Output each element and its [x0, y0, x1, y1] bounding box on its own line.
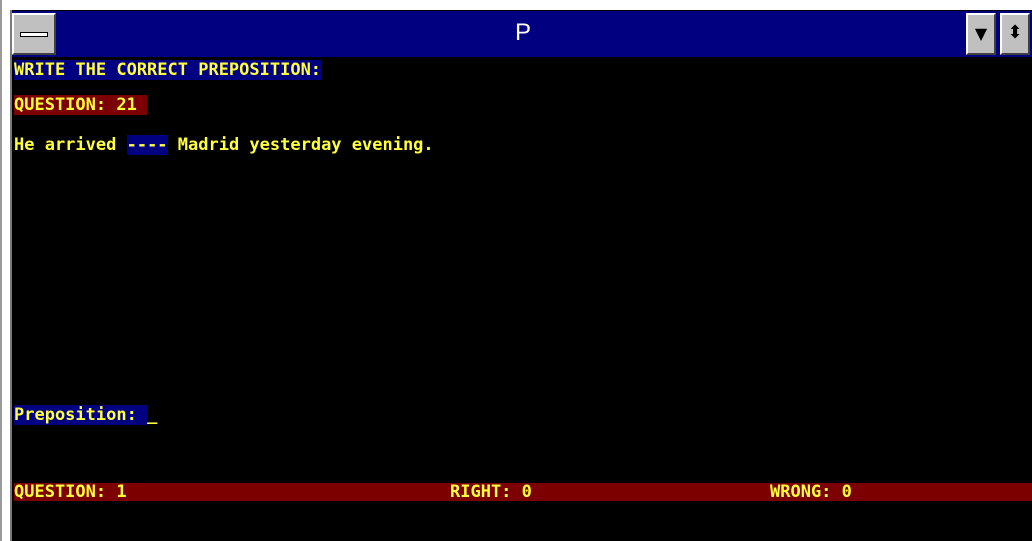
- console-screen[interactable]: WRITE THE CORRECT PREPOSITION: QUESTION:…: [12, 57, 1032, 541]
- instruction-line: WRITE THE CORRECT PREPOSITION:: [14, 60, 322, 80]
- preposition-input[interactable]: _: [147, 405, 157, 425]
- question-sentence: He arrived ---- Madrid yesterday evening…: [14, 135, 434, 155]
- restore-button[interactable]: ⬍: [1000, 13, 1030, 55]
- status-wrong: WRONG: 0: [770, 482, 852, 502]
- sentence-before: He arrived: [14, 135, 127, 155]
- question-header: QUESTION: 21: [14, 95, 148, 115]
- minimize-button[interactable]: ▼: [966, 13, 996, 55]
- title-bar[interactable]: P ▼ ⬍: [12, 10, 1032, 57]
- status-right: RIGHT: 0: [450, 482, 532, 502]
- sentence-after: Madrid yesterday evening.: [167, 135, 434, 155]
- status-question: QUESTION: 1: [14, 482, 127, 502]
- minimize-icon: ▼: [974, 24, 988, 43]
- preposition-prompt[interactable]: Preposition: _: [14, 405, 157, 425]
- restore-icon: ⬍: [1007, 22, 1023, 43]
- prompt-label: Preposition:: [14, 405, 148, 425]
- sentence-blank: ----: [126, 135, 168, 155]
- window-frame-top: [2, 0, 1032, 10]
- window-title: P: [514, 19, 531, 46]
- dos-window: P ▼ ⬍ WRITE THE CORRECT PREPOSITION: QUE…: [0, 0, 1032, 541]
- status-bar: QUESTION: 1 RIGHT: 0 WRONG: 0: [14, 483, 1032, 501]
- window-frame-left: [2, 0, 10, 541]
